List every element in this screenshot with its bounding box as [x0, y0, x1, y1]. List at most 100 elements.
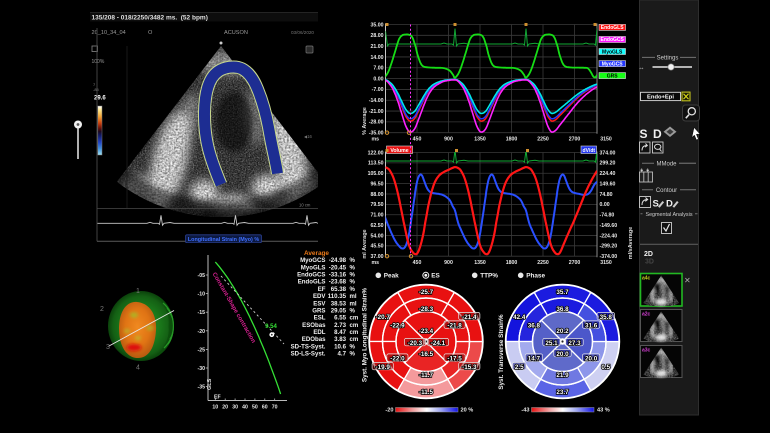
svg-text:EndoGLS: EndoGLS: [298, 279, 326, 286]
svg-text:MyoGLS: MyoGLS: [602, 49, 623, 55]
svg-text:ES: ES: [431, 273, 440, 280]
svg-text:SD-TS-Syst.: SD-TS-Syst.: [291, 343, 326, 350]
svg-text:D: D: [653, 127, 662, 141]
svg-text:27.3: 27.3: [568, 340, 581, 347]
svg-text:35.8: 35.8: [600, 314, 613, 321]
svg-text:%: %: [350, 343, 356, 350]
svg-text:25.1: 25.1: [545, 340, 558, 347]
svg-text:3.83: 3.83: [334, 336, 346, 343]
svg-text:-15.3: -15.3: [462, 364, 477, 371]
svg-text:31.6: 31.6: [585, 322, 598, 329]
svg-text:-24.98: -24.98: [329, 257, 347, 264]
svg-text:1350: 1350: [474, 137, 486, 143]
svg-text:EDL: EDL: [313, 329, 325, 336]
svg-text:✕: ✕: [684, 276, 691, 285]
svg-text:-22.9: -22.9: [390, 322, 405, 329]
svg-text:30: 30: [232, 405, 238, 411]
svg-text:-21.8: -21.8: [447, 322, 462, 329]
svg-text:88.00: 88.00: [371, 192, 384, 198]
svg-text:ESL: ESL: [314, 315, 326, 322]
svg-text:50: 50: [252, 405, 258, 411]
svg-text:-85: -85: [93, 87, 100, 92]
svg-text:EndoGCS: EndoGCS: [601, 37, 625, 43]
svg-text:-23.68: -23.68: [329, 279, 347, 286]
svg-text:-20.45: -20.45: [329, 264, 347, 271]
svg-text:MyoGCS: MyoGCS: [602, 61, 624, 67]
svg-text:-10: -10: [198, 292, 206, 298]
svg-text:-7.00: -7.00: [372, 87, 384, 93]
svg-text:7.00: 7.00: [373, 66, 383, 72]
svg-text:%: %: [350, 264, 356, 271]
svg-text:4: 4: [136, 365, 140, 372]
svg-text:-16.5: -16.5: [419, 351, 434, 358]
svg-text:-35.00: -35.00: [369, 131, 384, 137]
svg-text:Volume: Volume: [390, 148, 408, 154]
svg-text:MMode: MMode: [656, 162, 677, 168]
svg-text:-30: -30: [198, 366, 206, 372]
svg-text:35.7: 35.7: [556, 289, 569, 296]
svg-text:42.4: 42.4: [513, 314, 526, 321]
svg-text:-21.00: -21.00: [369, 109, 384, 115]
svg-text:Peak: Peak: [384, 273, 399, 280]
svg-text:79.50: 79.50: [371, 202, 384, 208]
svg-text:1800: 1800: [506, 137, 518, 143]
svg-text:1350: 1350: [474, 260, 486, 266]
svg-text:21.00: 21.00: [371, 44, 384, 50]
svg-text:a3c: a3c: [642, 348, 651, 354]
svg-text:1: 1: [136, 288, 140, 295]
svg-text:-149.60: -149.60: [600, 223, 618, 229]
svg-text:0.00: 0.00: [373, 76, 383, 82]
svg-text:2700: 2700: [569, 260, 581, 266]
svg-text:-224.40: -224.40: [600, 233, 618, 239]
svg-text:28.00: 28.00: [371, 33, 384, 39]
svg-text:2700: 2700: [569, 137, 581, 143]
svg-text:-28.3: -28.3: [419, 306, 434, 313]
svg-text:-28.00: -28.00: [369, 120, 384, 126]
svg-text:3: 3: [106, 344, 110, 351]
svg-text:149.60: 149.60: [600, 181, 616, 187]
svg-text:GRS: GRS: [607, 73, 619, 79]
svg-text:20 %: 20 %: [461, 408, 474, 414]
svg-text:-11.5: -11.5: [419, 389, 434, 396]
svg-text:9.54: 9.54: [265, 324, 277, 330]
svg-text:3150: 3150: [600, 137, 612, 143]
svg-text:GRS: GRS: [312, 308, 325, 315]
svg-text:Segmental Analysis: Segmental Analysis: [645, 212, 692, 218]
svg-text:20: 20: [222, 405, 228, 411]
svg-text:374.00: 374.00: [600, 150, 616, 156]
svg-text:113.50: 113.50: [368, 161, 384, 167]
svg-text:GLS: GLS: [207, 378, 213, 390]
svg-text:cm: cm: [350, 336, 359, 343]
svg-text:43 %: 43 %: [597, 408, 610, 414]
svg-text:36.8: 36.8: [556, 306, 569, 313]
svg-text:↔: ↔: [638, 65, 645, 72]
svg-text:900: 900: [444, 260, 453, 266]
svg-text:2.73: 2.73: [334, 322, 346, 329]
svg-text:cm: cm: [350, 329, 359, 336]
svg-text:0.00: 0.00: [600, 202, 610, 208]
svg-text:Syst. Transverse Strain%: Syst. Transverse Strain%: [498, 314, 505, 390]
svg-text:60: 60: [262, 405, 268, 411]
svg-text:-35: -35: [198, 385, 206, 391]
svg-text:10.6: 10.6: [334, 343, 346, 350]
svg-text:70: 70: [272, 405, 278, 411]
svg-text:a4c: a4c: [642, 276, 651, 282]
svg-text:14.00: 14.00: [371, 55, 384, 61]
svg-text:36.8: 36.8: [528, 322, 541, 329]
svg-text:Phase: Phase: [526, 273, 545, 280]
svg-text:135/208 - 018/2250/3482 ms. (: 135/208 - 018/2250/3482 ms. (52 bpm): [92, 14, 208, 21]
svg-text:65.38: 65.38: [331, 286, 347, 293]
svg-text:ms: ms: [372, 260, 380, 266]
svg-text:110.35: 110.35: [328, 293, 347, 300]
svg-text:%: %: [350, 308, 356, 315]
svg-text:14.7: 14.7: [528, 355, 541, 362]
svg-text:-20.7: -20.7: [376, 314, 391, 321]
svg-text:-21.4: -21.4: [462, 314, 477, 321]
svg-text:20.0: 20.0: [585, 355, 598, 362]
svg-text:0.5: 0.5: [601, 364, 610, 371]
svg-text:45.50: 45.50: [371, 244, 384, 250]
svg-text:1800: 1800: [506, 260, 518, 266]
svg-text:dV/dt: dV/dt: [583, 148, 596, 154]
svg-text:D: D: [666, 199, 673, 210]
svg-text:ms: ms: [372, 137, 380, 143]
